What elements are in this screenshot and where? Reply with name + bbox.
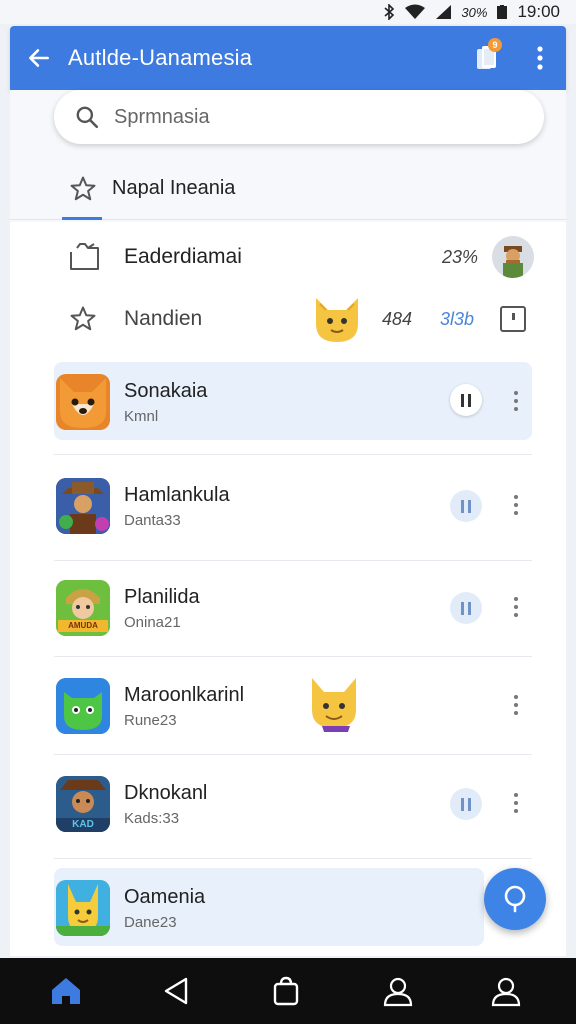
search-input[interactable]: [114, 105, 494, 129]
account-button[interactable]: [378, 972, 418, 1010]
list-item-meta: 23%: [442, 246, 479, 267]
battery-text: 30%: [461, 4, 488, 20]
app-subtitle: Onina21: [124, 614, 181, 631]
divider: [54, 656, 532, 657]
more-options-button[interactable]: [514, 26, 566, 90]
bluetooth-icon: [383, 4, 395, 20]
back-button[interactable]: [10, 26, 68, 90]
app-name: Oamenia: [124, 886, 206, 908]
app-icon-monster: [56, 678, 110, 734]
divider: [54, 754, 532, 755]
list-item[interactable]: Oamenia Dane23: [54, 868, 484, 946]
list-item[interactable]: Sonakaia Kmnl: [54, 362, 532, 440]
divider: [54, 454, 532, 455]
bookmark-icon: [512, 313, 515, 320]
app-name: Sonakaia: [124, 380, 208, 402]
pause-button[interactable]: [450, 490, 482, 522]
chat-icon: [504, 885, 526, 913]
devices-button[interactable]: 9: [462, 26, 514, 90]
cat-emoji-icon: [316, 298, 358, 342]
divider: [54, 560, 532, 561]
app-icon-bunny: [56, 880, 110, 936]
signal-icon: [435, 4, 452, 20]
app-name: Planilida: [124, 586, 200, 608]
more-options-button[interactable]: [506, 690, 526, 720]
cat-emoji-icon: [312, 678, 356, 732]
app-bar-title: Autlde-Uanamesia: [68, 45, 253, 70]
pause-button[interactable]: [450, 592, 482, 624]
status-bar: 30% 19:00: [0, 0, 576, 24]
bag-icon: [273, 976, 299, 1006]
home-icon: [52, 978, 80, 1004]
app-bar: Autlde-Uanamesia 9: [10, 26, 566, 90]
tab-indicator: [62, 217, 102, 220]
list-item-meta-blue: 3l3b: [440, 308, 475, 329]
notification-badge: 9: [488, 38, 502, 52]
wifi-icon: [405, 4, 426, 20]
avatar[interactable]: [492, 236, 534, 278]
more-options-button[interactable]: [506, 490, 526, 520]
app-icon-fox: [56, 374, 110, 430]
list-item-folder[interactable]: Eaderdiamai 23%: [10, 226, 566, 288]
app-name: Hamlankula: [124, 484, 230, 506]
star-icon: [70, 176, 96, 200]
list-item[interactable]: KAD Dknokanl Kads:33: [54, 764, 532, 842]
navigation-bar: [0, 958, 576, 1024]
tab-favorites[interactable]: Napal Ineania: [10, 158, 566, 220]
app-icon-badge: AMUDA: [68, 621, 98, 630]
battery-icon: [497, 5, 508, 19]
home-button[interactable]: [46, 972, 86, 1010]
app-subtitle: Kmnl: [124, 408, 159, 425]
divider: [54, 858, 532, 859]
shopping-button[interactable]: [266, 972, 306, 1010]
user-icon: [491, 977, 521, 1007]
list-item[interactable]: AMUDA Planilida Onina21: [54, 568, 532, 646]
list-item-meta: 484: [382, 308, 413, 329]
app-icon-badge: KAD: [72, 819, 94, 830]
bookmark-button[interactable]: [500, 306, 526, 332]
pause-button[interactable]: [450, 788, 482, 820]
profile-button[interactable]: [486, 972, 526, 1010]
search-icon: [76, 106, 99, 129]
app-name: Maroonlkarinl: [124, 684, 245, 706]
app-subtitle: Danta33: [124, 512, 181, 529]
search-bar[interactable]: [54, 90, 544, 144]
more-options-button[interactable]: [506, 592, 526, 622]
list-item-starred[interactable]: Nandien 484 3l3b: [10, 288, 566, 350]
more-options-button[interactable]: [506, 788, 526, 818]
app-subtitle: Dane23: [124, 914, 177, 931]
folder-icon: [70, 243, 99, 270]
app-name: Dknokanl: [124, 782, 208, 804]
status-time: 19:00: [517, 2, 560, 21]
back-nav-button[interactable]: [156, 972, 196, 1010]
triangle-back-icon: [164, 977, 188, 1005]
app-icon-cowboy: [56, 478, 110, 534]
star-icon: [70, 306, 96, 331]
app-subtitle: Rune23: [124, 712, 177, 729]
person-icon: [383, 977, 413, 1007]
list-item-label: Nandien: [124, 307, 203, 330]
arrow-left-icon: [29, 49, 49, 67]
app-subtitle: Kads:33: [124, 810, 180, 827]
more-vert-icon: [537, 46, 543, 70]
list-item[interactable]: Hamlankula Danta33: [54, 466, 532, 544]
more-options-button[interactable]: [506, 386, 526, 416]
list-item-label: Eaderdiamai: [124, 245, 242, 268]
tab-label: Napal Ineania: [112, 177, 236, 199]
list-item[interactable]: Maroonlkarinl Rune23: [54, 666, 532, 744]
app-list: Eaderdiamai 23% Nandien 484 3l3b Sonakai…: [10, 222, 566, 956]
app-icon-hero: AMUDA: [56, 580, 110, 636]
app-icon-adventurer: KAD: [56, 776, 110, 832]
content-area: Napal Ineania Eaderdiamai 23% Nandien 48…: [10, 90, 566, 956]
pause-button[interactable]: [450, 384, 482, 416]
chat-fab[interactable]: [484, 868, 546, 930]
